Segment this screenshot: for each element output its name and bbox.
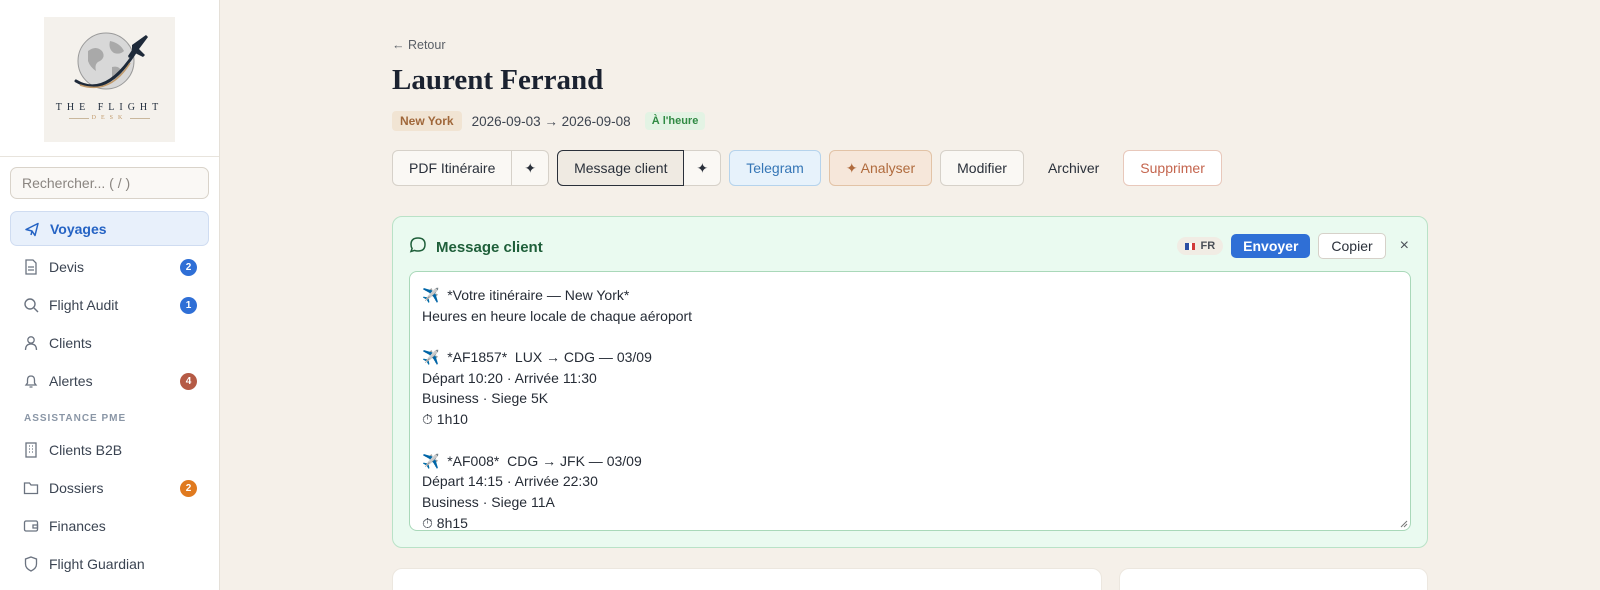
shield-icon [23, 555, 39, 572]
wallet-icon [23, 518, 39, 534]
client-message-button[interactable]: Message client [557, 150, 685, 186]
side-card [1119, 568, 1428, 590]
brand-subname: DESK [91, 115, 128, 121]
sidebar-item-flight-guardian[interactable]: Flight Guardian [10, 546, 209, 581]
message-ai-button[interactable]: ✦ [684, 150, 722, 186]
send-button[interactable]: Envoyer [1231, 234, 1311, 258]
sidebar-item-label: Dossiers [49, 479, 104, 496]
building-icon [23, 441, 39, 458]
sidebar-item-label: Finances [49, 517, 106, 534]
sidebar-item-voyages[interactable]: Voyages [10, 211, 209, 246]
message-line: ✈️ *Votre itinéraire — New York* [422, 287, 630, 303]
sidebar-item-label: Clients B2B [49, 441, 123, 458]
message-line: ✈️ *AF008* CDG → JFK — 03/09 [422, 452, 642, 469]
message-line: ✈️ *AF1857* LUX → CDG — 03/09 [422, 349, 652, 366]
message-line [422, 326, 1398, 347]
sidebar-item-clients[interactable]: Clients [10, 325, 209, 360]
logo-area: THE FLIGHT DESK [0, 0, 219, 157]
copy-button[interactable]: Copier [1318, 233, 1386, 259]
message-line: Business · Siege 5K [422, 390, 549, 407]
folder-icon [23, 480, 39, 496]
bell-icon [23, 373, 39, 389]
count-badge: 4 [180, 373, 197, 390]
panel-title: Message client [436, 238, 543, 256]
status-badge: À l'heure [644, 112, 706, 130]
message-line: ⏱ 1h10 [422, 411, 468, 428]
trip-dates: 2026-09-03 → 2026-09-08 [471, 113, 631, 129]
message-line [422, 430, 1398, 451]
archive-button[interactable]: Archiver [1032, 150, 1115, 186]
count-badge: 2 [180, 480, 197, 497]
panel-header: Message client [409, 236, 543, 258]
message-line: Départ 14:15 · Arrivée 22:30 [422, 473, 598, 490]
message-line: Business · Siege 11A [422, 493, 555, 510]
close-icon[interactable]: × [1400, 237, 1409, 255]
plane-icon [24, 221, 40, 237]
sidebar-item-finances[interactable]: Finances [10, 508, 209, 543]
content-card [392, 568, 1102, 590]
message-line: Heures en heure locale de chaque aéropor… [422, 307, 693, 324]
analyze-button[interactable]: ✦ Analyser [828, 150, 933, 186]
sidebar-item-flight-audit[interactable]: Flight Audit 1 [10, 287, 209, 322]
page-title: Laurent Ferrand [392, 64, 604, 96]
sidebar-item-label: Voyages [50, 220, 107, 237]
language-label: FR [1200, 240, 1216, 252]
delete-button[interactable]: Supprimer [1123, 150, 1222, 186]
message-textarea[interactable]: ✈️ *Votre itinéraire — New York* Heures … [409, 271, 1411, 531]
sidebar-nav: Voyages Devis 2 Flight Audit 1 Clients A… [10, 211, 209, 584]
destination-badge: New York [392, 111, 462, 131]
brand-name: THE FLIGHT [55, 102, 164, 113]
sidebar-item-label: Alertes [49, 372, 93, 389]
back-link[interactable]: ← Retour [392, 38, 446, 52]
user-icon [23, 335, 39, 351]
sidebar-item-label: Clients [49, 334, 92, 351]
brand-logo[interactable]: THE FLIGHT DESK [44, 17, 175, 142]
globe-plane-icon [74, 32, 148, 90]
section-label: ASSISTANCE PME [24, 413, 127, 424]
count-badge: 1 [180, 297, 197, 314]
sidebar-item-devis[interactable]: Devis 2 [10, 249, 209, 284]
trip-meta: New York 2026-09-03 → 2026-09-08 À l'heu… [392, 110, 706, 132]
flag-fr-icon [1185, 242, 1196, 250]
count-badge: 2 [180, 259, 197, 276]
sidebar-item-alertes[interactable]: Alertes 4 [10, 363, 209, 398]
edit-button[interactable]: Modifier [940, 150, 1024, 186]
client-message-panel: Message client FR Envoyer Copier × ✈️ *V… [392, 216, 1428, 548]
search-input[interactable]: Rechercher... ( / ) [10, 167, 209, 199]
language-selector[interactable]: FR [1177, 237, 1224, 255]
toolbar: PDF Itinéraire ✦ Message client ✦ Telegr… [392, 150, 1222, 186]
chat-bubble-icon [409, 236, 427, 258]
sidebar: THE FLIGHT DESK Rechercher... ( / ) Voya… [0, 0, 220, 590]
panel-actions: FR Envoyer Copier × [1177, 233, 1409, 259]
message-line: ⏱ 8h15 [422, 514, 468, 531]
sidebar-item-label: Flight Guardian [49, 555, 145, 572]
pdf-itinerary-button[interactable]: PDF Itinéraire [392, 150, 513, 186]
brand-divider [130, 118, 150, 119]
sidebar-item-label: Flight Audit [49, 296, 119, 313]
pdf-ai-button[interactable]: ✦ [512, 150, 550, 186]
document-icon [23, 258, 39, 275]
search-icon [23, 297, 39, 313]
sidebar-item-clients-b2b[interactable]: Clients B2B [10, 432, 209, 467]
telegram-button[interactable]: Telegram [729, 150, 821, 186]
resize-handle-icon[interactable] [1400, 520, 1408, 528]
sidebar-item-dossiers[interactable]: Dossiers 2 [10, 470, 209, 505]
message-line: Départ 10:20 · Arrivée 11:30 [422, 369, 597, 386]
sidebar-item-label: Devis [49, 258, 85, 275]
